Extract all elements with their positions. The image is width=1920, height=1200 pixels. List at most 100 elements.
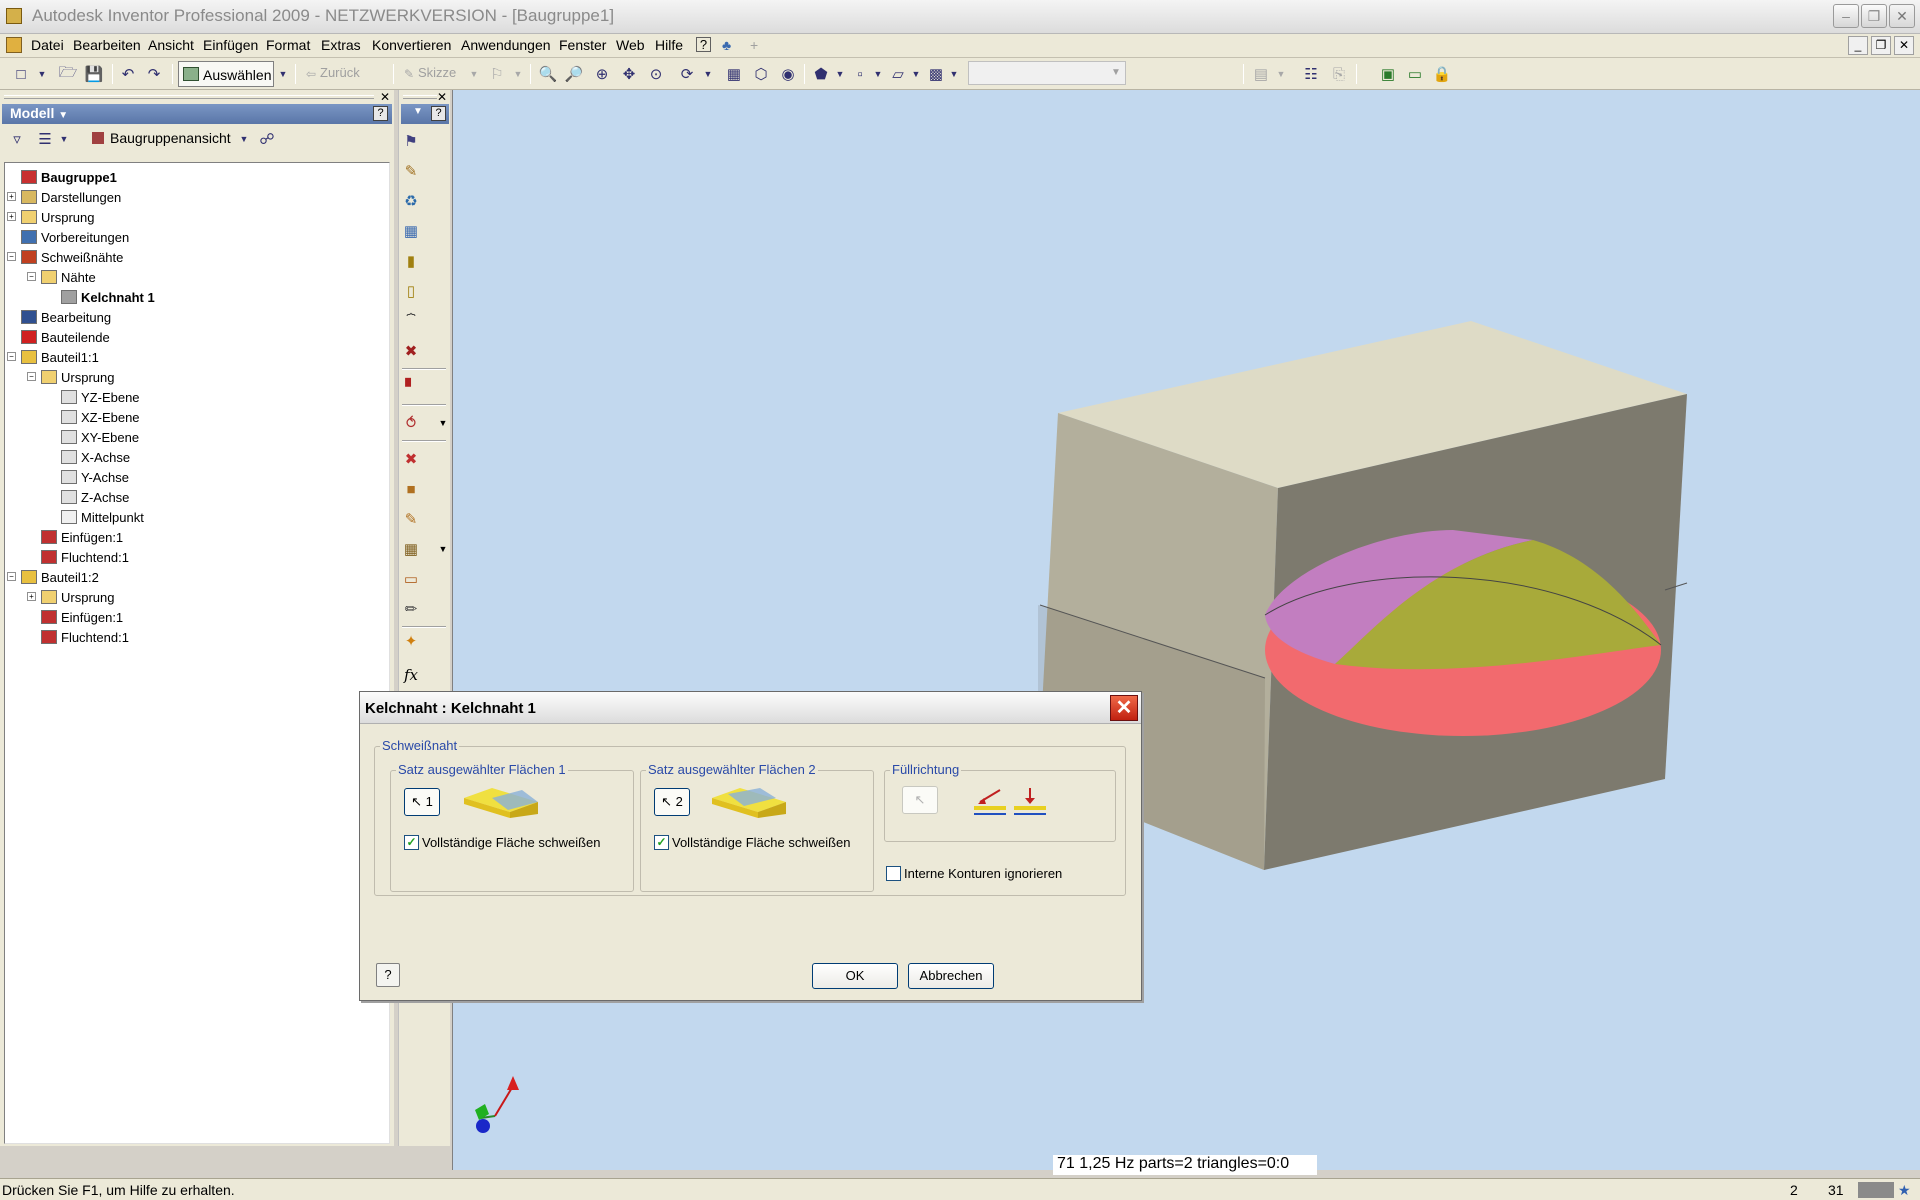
panelbar-close-icon[interactable]: ✕ xyxy=(437,90,447,104)
shadow-icon[interactable]: ▫ xyxy=(849,63,871,85)
create-component-icon[interactable]: ✎ xyxy=(400,160,422,182)
place-standard-icon[interactable]: ♻ xyxy=(400,190,422,212)
section-view-icon[interactable]: ▱ xyxy=(887,63,909,85)
dialog-close-button[interactable]: ✕ xyxy=(1110,695,1138,721)
update-icon[interactable]: ⚐ xyxy=(486,63,508,85)
dialog-help-button[interactable]: ? xyxy=(376,963,400,987)
move-component-icon[interactable]: ▘ xyxy=(400,376,422,398)
rotate-icon[interactable]: ⟳ xyxy=(676,63,698,85)
assembly-view-dropdown[interactable]: Baugruppenansicht xyxy=(110,130,231,146)
document-icon[interactable] xyxy=(6,37,22,53)
tree-node[interactable]: X-Achse xyxy=(61,447,130,467)
mirror-component-icon[interactable]: ▮ xyxy=(400,250,422,272)
tree-node[interactable]: Kelchnaht 1 xyxy=(61,287,155,307)
new-dropdown-icon[interactable]: ▼ xyxy=(36,63,48,85)
maximize-button[interactable]: ❐ xyxy=(1861,4,1887,28)
sparkle-icon[interactable]: ✦ xyxy=(400,630,422,652)
zoom-all-icon[interactable]: 🔍 xyxy=(537,63,559,85)
shadow-dropdown-icon[interactable]: ▼ xyxy=(872,63,884,85)
section-icon[interactable]: ✖ xyxy=(400,448,422,470)
ok-button[interactable]: OK xyxy=(812,963,898,989)
fill-direction-icon-2[interactable] xyxy=(1012,786,1048,818)
shaded-display-icon[interactable]: ⬟ xyxy=(810,63,832,85)
full-face-weld-1-checkbox[interactable]: ✓ Vollständige Fläche schweißen xyxy=(404,835,601,850)
print-icon[interactable]: ⎘ xyxy=(1328,63,1350,85)
mdi-minimize-button[interactable]: _ xyxy=(1848,36,1868,55)
document-settings-icon[interactable]: ☷ xyxy=(1300,63,1322,85)
iso-view-icon[interactable]: ⬡ xyxy=(750,63,772,85)
sketch-annotate-icon[interactable]: ✏ xyxy=(400,598,422,620)
combo-arrow-icon[interactable]: ▼ xyxy=(1107,62,1125,84)
close-window-button[interactable]: ✕ xyxy=(1889,4,1915,28)
collapse-icon[interactable]: − xyxy=(27,272,36,281)
redo-icon[interactable]: ↷ xyxy=(143,63,165,85)
fill-direction-icon-1[interactable] xyxy=(972,786,1008,818)
work-point-dropdown-icon[interactable]: ▼ xyxy=(432,538,454,560)
look-at-icon[interactable]: ▦ xyxy=(723,63,745,85)
work-axis-icon[interactable]: ✎ xyxy=(400,508,422,530)
checkbox-2-box[interactable]: ✓ xyxy=(654,835,669,850)
menu-konvertieren[interactable]: Konvertieren xyxy=(372,37,451,53)
find-binoculars-icon[interactable]: ☍ xyxy=(256,128,278,150)
expand-icon[interactable]: + xyxy=(7,192,16,201)
copy-component-icon[interactable]: ▯ xyxy=(400,280,422,302)
tree-node[interactable]: − Bauteil1:1 xyxy=(7,347,99,367)
expand-icon[interactable]: + xyxy=(27,592,36,601)
graphics-viewport[interactable] xyxy=(452,90,1920,1170)
tree-options-dropdown-icon[interactable]: ▼ xyxy=(58,128,70,150)
sketch-button[interactable]: Skizze xyxy=(418,65,456,80)
mdi-restore-button[interactable]: ❐ xyxy=(1871,36,1891,55)
sketch-dropdown-icon[interactable]: ▼ xyxy=(468,63,480,85)
new-file-icon[interactable]: □ xyxy=(10,63,32,85)
tree-node[interactable]: XZ-Ebene xyxy=(61,407,140,427)
color-style-combo[interactable]: ▼ xyxy=(968,61,1126,85)
pattern-component-icon[interactable]: ▦ xyxy=(400,220,422,242)
tree-node[interactable]: Einfügen:1 xyxy=(41,527,123,547)
expand-icon[interactable]: + xyxy=(7,212,16,221)
work-point-icon[interactable]: ▦ xyxy=(400,538,422,560)
tree-node[interactable]: − Ursprung xyxy=(27,367,114,387)
face-set-2-select-button[interactable]: ↖ 2 xyxy=(654,788,690,816)
panelbar-help-icon[interactable]: ? xyxy=(431,106,446,121)
collapse-icon[interactable]: − xyxy=(7,352,16,361)
display-dropdown-icon[interactable]: ▼ xyxy=(834,63,846,85)
menu-web[interactable]: Web xyxy=(616,37,645,53)
tree-node[interactable]: Einfügen:1 xyxy=(41,607,123,627)
browser-title-dropdown-icon[interactable]: ▼ xyxy=(58,110,68,121)
color-dropdown-icon[interactable]: ▼ xyxy=(948,63,960,85)
panel-grip[interactable] xyxy=(403,95,437,99)
place-component-icon[interactable]: ⚑ xyxy=(400,130,422,152)
tree-node[interactable]: YZ-Ebene xyxy=(61,387,140,407)
menu-hilfe[interactable]: Hilfe xyxy=(655,37,683,53)
pan-icon[interactable]: ✥ xyxy=(618,63,640,85)
properties-dropdown-icon[interactable]: ▼ xyxy=(1275,63,1287,85)
back-arrow-icon[interactable]: ⇦ xyxy=(300,63,322,85)
face-set-1-select-button[interactable]: ↖ 1 xyxy=(404,788,440,816)
tree-node[interactable]: − Schweißnähte xyxy=(7,247,123,267)
panel-grip[interactable] xyxy=(4,95,374,99)
checkbox-1-box[interactable]: ✓ xyxy=(404,835,419,850)
replace-component-icon[interactable]: ✖ xyxy=(400,340,422,362)
rotate-dropdown-icon[interactable]: ▼ xyxy=(702,63,714,85)
network-help-icon[interactable]: ♣ xyxy=(722,37,731,53)
fill-direction-select-button[interactable]: ↖ xyxy=(902,786,938,814)
tree-node[interactable]: Bauteilende xyxy=(21,327,110,347)
section-dropdown-icon[interactable]: ▼ xyxy=(910,63,922,85)
rotate-component-dropdown-icon[interactable]: ▼ xyxy=(432,412,454,434)
properties-icon[interactable]: ▤ xyxy=(1250,63,1272,85)
globe-icon[interactable]: ◉ xyxy=(777,63,799,85)
menu-anwendungen[interactable]: Anwendungen xyxy=(461,37,551,53)
menu-extras[interactable]: Extras xyxy=(321,37,361,53)
zoom-icon[interactable]: ⊕ xyxy=(591,63,613,85)
browser-help-icon[interactable]: ? xyxy=(373,106,388,121)
tree-node[interactable]: Vorbereitungen xyxy=(21,227,129,247)
vault-icon[interactable]: ▣ xyxy=(1377,63,1399,85)
tree-options-icon[interactable]: ☰ xyxy=(34,128,56,150)
undo-icon[interactable]: ↶ xyxy=(117,63,139,85)
save-icon[interactable]: 💾 xyxy=(83,63,105,85)
tree-node[interactable]: + Ursprung xyxy=(7,207,94,227)
tree-node[interactable]: + Ursprung xyxy=(27,587,114,607)
tree-node[interactable]: + Darstellungen xyxy=(7,187,121,207)
ignore-internal-contours-checkbox[interactable]: Interne Konturen ignorieren xyxy=(886,866,1062,881)
parameters-fx-icon[interactable]: fx xyxy=(400,664,422,686)
